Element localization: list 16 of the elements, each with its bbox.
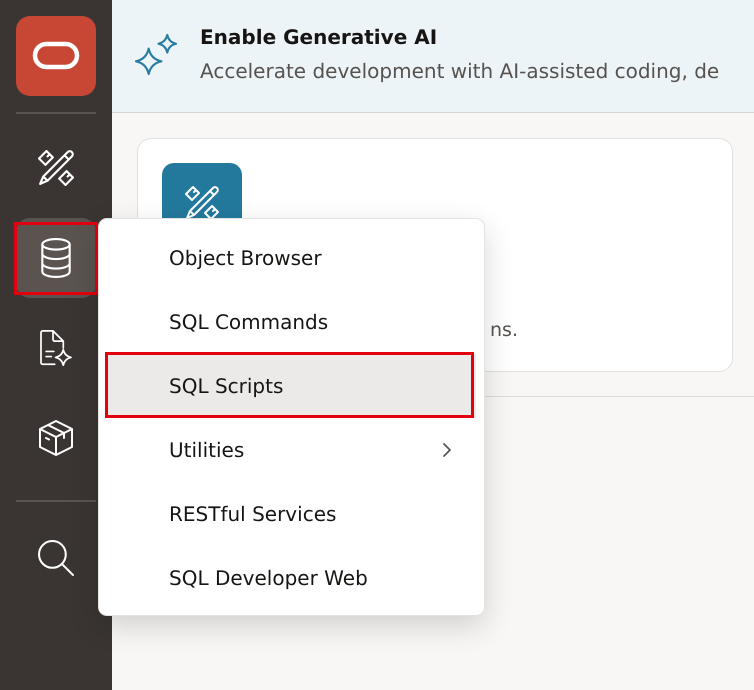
menu-item[interactable]: SQL Commands bbox=[107, 290, 476, 354]
sparkle-icon bbox=[135, 33, 178, 76]
card-description: ns. bbox=[490, 318, 518, 342]
database-icon bbox=[41, 238, 71, 278]
search-icon bbox=[38, 540, 74, 576]
banner-subtitle: Accelerate development with AI-assisted coding, de bbox=[200, 59, 720, 84]
menu-item[interactable]: SQL Developer Web bbox=[107, 546, 476, 610]
menu-item[interactable]: Utilities bbox=[107, 418, 476, 482]
ruler-pencil-icon bbox=[38, 150, 74, 186]
menu-item[interactable]: Object Browser bbox=[107, 226, 476, 290]
logo-icon[interactable] bbox=[16, 16, 96, 96]
document-sparkle-icon bbox=[38, 330, 74, 366]
banner-title: Enable Generative AI bbox=[200, 25, 438, 50]
menu-item[interactable]: RESTful Services bbox=[107, 482, 476, 546]
menu-item[interactable]: SQL Scripts bbox=[107, 354, 476, 418]
package-icon bbox=[38, 420, 74, 456]
